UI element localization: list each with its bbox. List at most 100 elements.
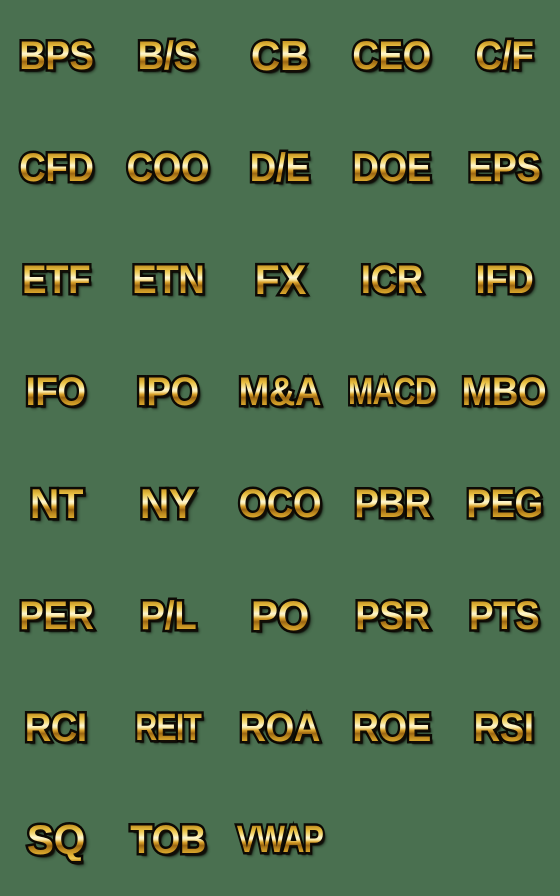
abbreviation-emoji[interactable]: REIT REIT — [133, 707, 204, 750]
abbreviation-outline: FX — [252, 256, 308, 303]
abbreviation-emoji[interactable]: PO PO — [249, 592, 312, 639]
emoji-cell[interactable]: IFD IFD — [448, 224, 560, 336]
abbreviation-emoji[interactable]: MACD MACD — [346, 371, 439, 414]
emoji-cell[interactable]: D/E D/E — [224, 112, 336, 224]
abbreviation-outline: C/F — [473, 34, 536, 79]
emoji-cell[interactable]: CFD CFD — [0, 112, 112, 224]
emoji-cell[interactable]: PER PER — [0, 560, 112, 672]
emoji-cell[interactable]: M&A M&A — [224, 336, 336, 448]
emoji-cell[interactable]: RCI RCI — [0, 672, 112, 784]
emoji-cell[interactable]: FX FX — [224, 224, 336, 336]
emoji-cell[interactable]: ROE ROE — [336, 672, 448, 784]
abbreviation-emoji[interactable]: RCI RCI — [23, 706, 90, 751]
abbreviation-emoji[interactable]: VWAP VWAP — [235, 819, 326, 862]
emoji-cell[interactable]: IFO IFO — [0, 336, 112, 448]
abbreviation-emoji[interactable]: IPO IPO — [135, 370, 202, 415]
emoji-cell[interactable]: REIT REIT — [112, 672, 224, 784]
abbreviation-emoji[interactable]: PSR PSR — [353, 594, 432, 639]
abbreviation-emoji[interactable]: C/F C/F — [473, 34, 536, 79]
emoji-cell[interactable]: MACD MACD — [336, 336, 448, 448]
abbreviation-emoji[interactable]: D/E D/E — [248, 146, 313, 191]
emoji-cell[interactable]: PTS PTS — [448, 560, 560, 672]
abbreviation-emoji[interactable]: EPS EPS — [466, 146, 543, 191]
abbreviation-emoji[interactable]: COO COO — [124, 146, 211, 191]
emoji-cell[interactable]: PBR PBR — [336, 448, 448, 560]
emoji-cell[interactable]: ETN ETN — [112, 224, 224, 336]
abbreviation-outline: PER — [17, 594, 96, 639]
abbreviation-outline: IFD — [473, 258, 536, 303]
abbreviation-outline: EPS — [466, 146, 543, 191]
emoji-cell[interactable]: MBO MBO — [448, 336, 560, 448]
abbreviation-emoji[interactable]: ICR ICR — [359, 258, 426, 303]
abbreviation-outline: PTS — [467, 594, 542, 639]
emoji-cell[interactable]: RSI RSI — [448, 672, 560, 784]
emoji-cell[interactable]: CB CB — [224, 0, 336, 112]
abbreviation-emoji[interactable]: ETF ETF — [20, 258, 93, 303]
abbreviation-outline: ROE — [351, 706, 434, 751]
abbreviation-emoji[interactable]: BPS BPS — [17, 34, 96, 79]
empty-cell — [448, 784, 560, 896]
abbreviation-emoji[interactable]: IFO IFO — [24, 370, 89, 415]
abbreviation-outline: REIT — [133, 707, 204, 750]
emoji-cell[interactable]: PEG PEG — [448, 448, 560, 560]
abbreviation-emoji[interactable]: RSI RSI — [472, 706, 537, 751]
emoji-cell[interactable]: COO COO — [112, 112, 224, 224]
abbreviation-outline: CEO — [351, 34, 434, 79]
abbreviation-outline: NY — [138, 480, 199, 527]
abbreviation-emoji[interactable]: NT NT — [27, 480, 86, 527]
abbreviation-emoji[interactable]: CEO CEO — [351, 34, 434, 79]
emoji-cell[interactable]: ETF ETF — [0, 224, 112, 336]
abbreviation-emoji[interactable]: PBR PBR — [352, 482, 433, 527]
emoji-cell[interactable]: SQ SQ — [0, 784, 112, 896]
abbreviation-outline: PSR — [353, 594, 432, 639]
abbreviation-emoji[interactable]: IFD IFD — [473, 258, 536, 303]
emoji-cell[interactable]: CEO CEO — [336, 0, 448, 112]
emoji-cell[interactable]: B/S B/S — [112, 0, 224, 112]
abbreviation-emoji[interactable]: NY NY — [138, 480, 199, 527]
abbreviation-emoji[interactable]: PTS PTS — [467, 594, 542, 639]
emoji-cell[interactable]: PSR PSR — [336, 560, 448, 672]
abbreviation-emoji[interactable]: P/L P/L — [138, 594, 199, 639]
abbreviation-emoji[interactable]: DOE DOE — [351, 146, 434, 191]
emoji-cell[interactable]: TOB TOB — [112, 784, 224, 896]
abbreviation-outline: CFD — [17, 146, 96, 191]
emoji-cell[interactable]: ROA ROA — [224, 672, 336, 784]
abbreviation-outline: TOB — [128, 818, 209, 863]
emoji-cell[interactable]: P/L P/L — [112, 560, 224, 672]
emoji-cell[interactable]: DOE DOE — [336, 112, 448, 224]
abbreviation-outline: PBR — [352, 482, 433, 527]
abbreviation-emoji[interactable]: B/S B/S — [136, 34, 201, 79]
empty-cell — [336, 784, 448, 896]
abbreviation-emoji[interactable]: M&A M&A — [236, 370, 323, 415]
emoji-cell[interactable]: IPO IPO — [112, 336, 224, 448]
abbreviation-emoji[interactable]: FX FX — [252, 256, 308, 303]
abbreviation-emoji[interactable]: ETN ETN — [130, 258, 207, 303]
abbreviation-emoji[interactable]: TOB TOB — [128, 818, 209, 863]
abbreviation-outline: ETN — [130, 258, 207, 303]
abbreviation-emoji[interactable]: CFD CFD — [17, 146, 96, 191]
emoji-cell[interactable]: VWAP VWAP — [224, 784, 336, 896]
emoji-cell[interactable]: C/F C/F — [448, 0, 560, 112]
emoji-cell[interactable]: NT NT — [0, 448, 112, 560]
emoji-cell[interactable]: PO PO — [224, 560, 336, 672]
abbreviation-emoji[interactable]: CB CB — [249, 32, 312, 79]
abbreviation-emoji[interactable]: PEG PEG — [464, 482, 545, 527]
abbreviation-outline: COO — [124, 146, 211, 191]
abbreviation-emoji[interactable]: MBO MBO — [459, 370, 549, 415]
abbreviation-emoji[interactable]: OCO OCO — [236, 482, 323, 527]
abbreviation-outline: RSI — [472, 706, 537, 751]
emoji-cell[interactable]: OCO OCO — [224, 448, 336, 560]
abbreviation-outline: P/L — [138, 594, 199, 639]
emoji-cell[interactable]: NY NY — [112, 448, 224, 560]
abbreviation-emoji[interactable]: SQ SQ — [25, 816, 88, 863]
abbreviation-outline: B/S — [136, 34, 201, 79]
emoji-cell[interactable]: BPS BPS — [0, 0, 112, 112]
abbreviation-emoji[interactable]: PER PER — [17, 594, 96, 639]
abbreviation-emoji[interactable]: ROE ROE — [351, 706, 434, 751]
abbreviation-outline: ICR — [359, 258, 426, 303]
emoji-cell[interactable]: ICR ICR — [336, 224, 448, 336]
abbreviation-emoji[interactable]: ROA ROA — [237, 706, 322, 751]
abbreviation-outline: SQ — [25, 816, 88, 863]
abbreviation-outline: DOE — [351, 146, 434, 191]
emoji-cell[interactable]: EPS EPS — [448, 112, 560, 224]
